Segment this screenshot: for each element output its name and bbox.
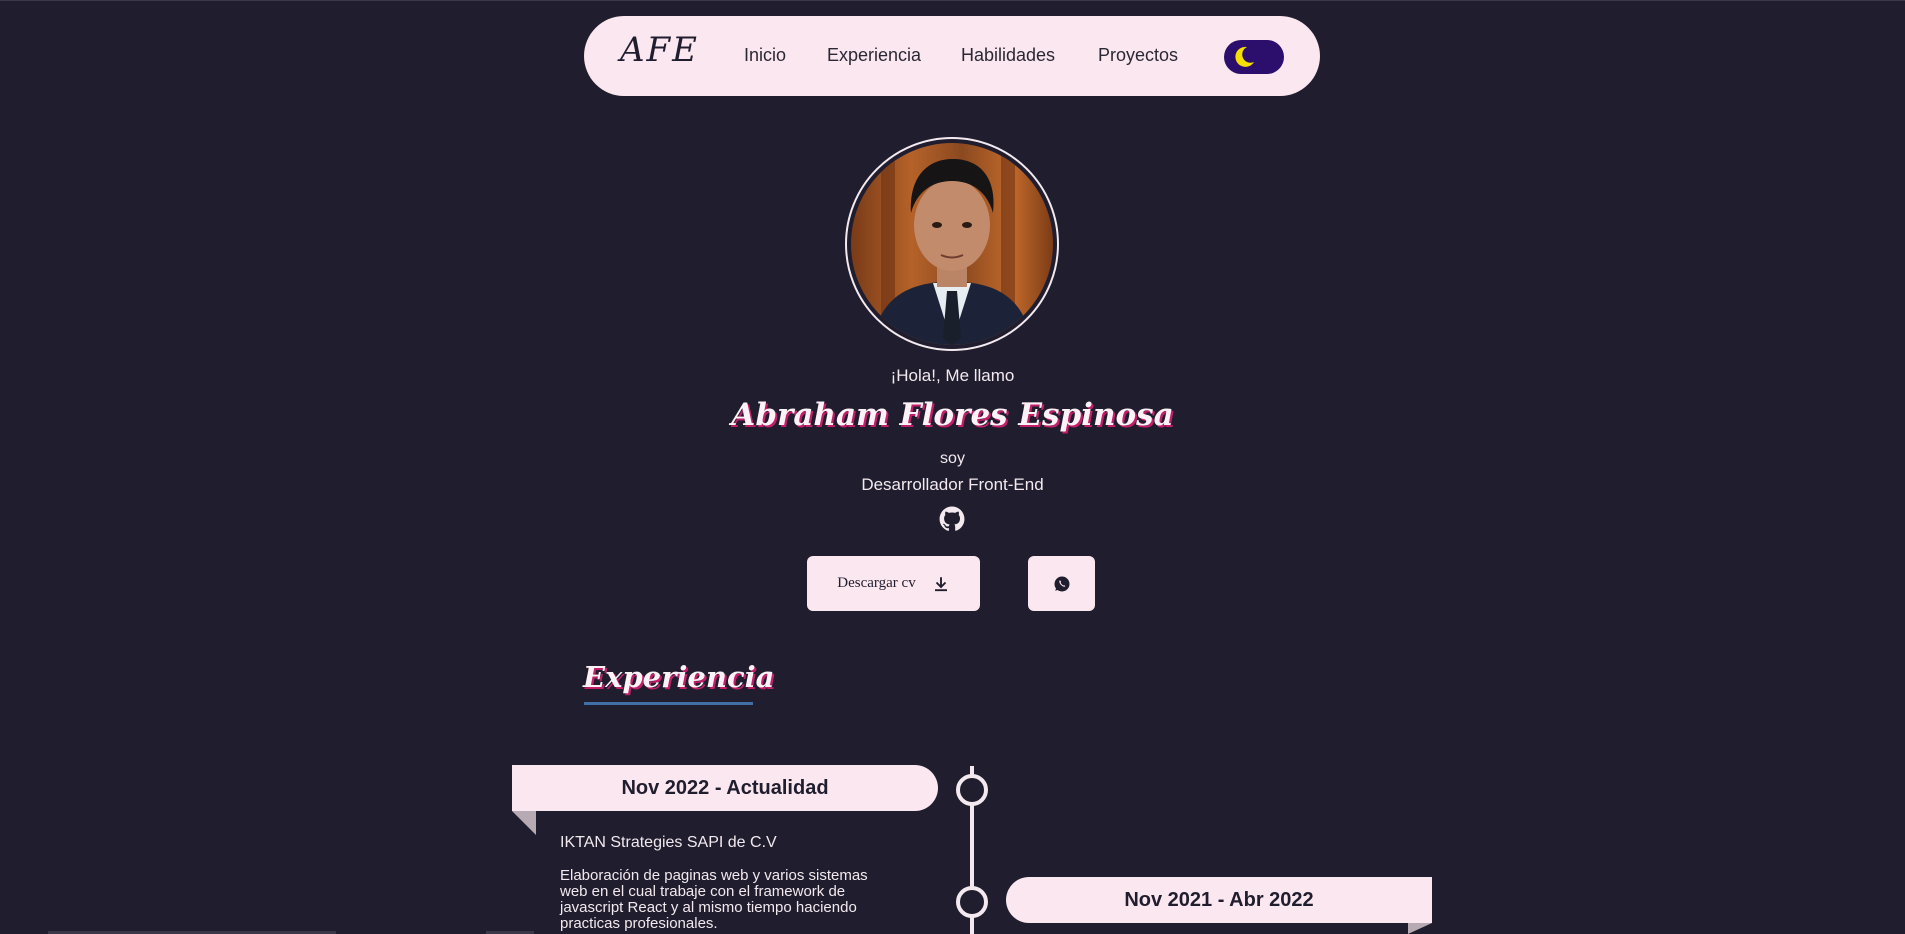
- experience-company: IKTAN Strategies SAPI de C.V: [560, 834, 777, 851]
- timeline-dot: [956, 774, 988, 806]
- logo[interactable]: AFE: [620, 30, 699, 70]
- nav-link-proyectos[interactable]: Proyectos: [1098, 45, 1178, 66]
- whatsapp-button[interactable]: [1028, 556, 1095, 611]
- portfolio-page: AFE Inicio Experiencia Habilidades Proye…: [0, 0, 1905, 934]
- nav-link-experiencia[interactable]: Experiencia: [827, 45, 921, 66]
- timeline-dot: [956, 886, 988, 918]
- hero-name: Abraham Flores Espinosa: [731, 397, 1174, 433]
- window-top-border: [0, 0, 1905, 1]
- download-cv-button[interactable]: Descargar cv: [807, 556, 980, 611]
- experience-title-underline: [584, 702, 753, 705]
- avatar-frame: [845, 137, 1059, 351]
- experience-date-tag: Nov 2021 - Abr 2022: [1006, 877, 1432, 923]
- theme-toggle[interactable]: [1224, 40, 1284, 74]
- whatsapp-icon: [1054, 576, 1069, 591]
- profile-photo: [871, 143, 1033, 345]
- date-tag-fold: [1408, 923, 1432, 934]
- moon-icon: [1235, 46, 1254, 67]
- soy-text: soy: [940, 450, 965, 467]
- nav-link-inicio[interactable]: Inicio: [744, 45, 786, 66]
- greeting-text: ¡Hola!, Me llamo: [890, 366, 1015, 385]
- role-text: Desarrollador Front-End: [861, 475, 1044, 494]
- navbar: AFE Inicio Experiencia Habilidades Proye…: [584, 16, 1320, 96]
- nav-link-habilidades[interactable]: Habilidades: [961, 45, 1055, 66]
- avatar: [851, 143, 1053, 345]
- experience-title: Experiencia: [583, 660, 775, 694]
- download-icon: [934, 576, 947, 591]
- date-tag-fold: [512, 811, 536, 835]
- download-cv-label: Descargar cv: [837, 575, 916, 591]
- github-icon[interactable]: [939, 506, 965, 532]
- experience-description: Elaboración de paginas web y varios sist…: [560, 867, 868, 932]
- experience-date-tag: Nov 2022 - Actualidad: [512, 765, 938, 811]
